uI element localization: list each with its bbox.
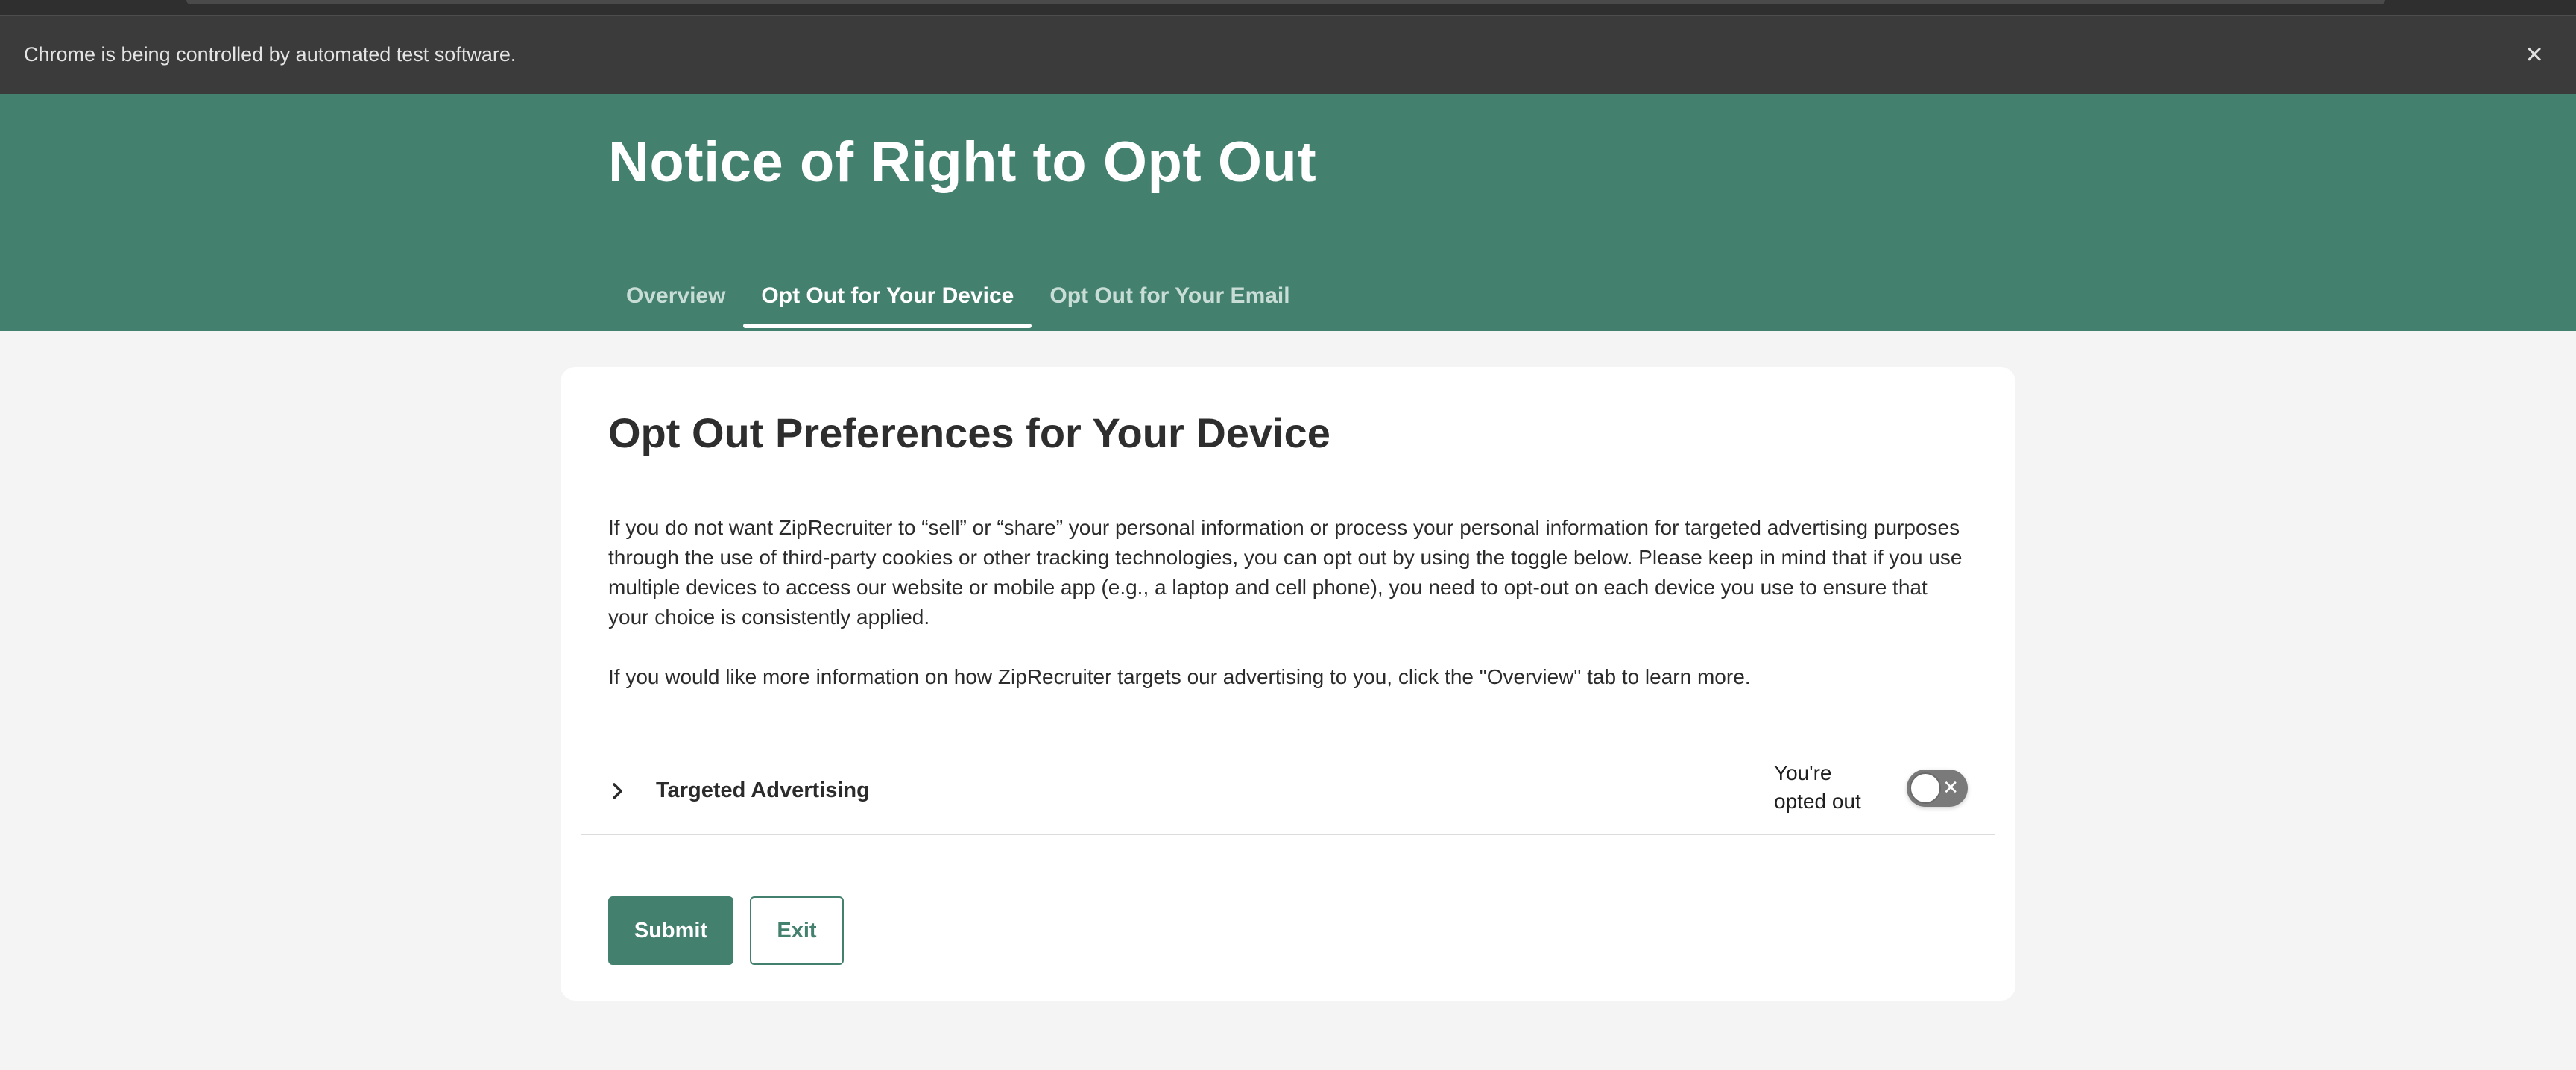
preferences-card: Opt Out Preferences for Your Device If y… bbox=[561, 367, 2015, 1001]
opt-out-status: You're opted out bbox=[1774, 761, 1861, 813]
exit-button[interactable]: Exit bbox=[750, 896, 844, 965]
automation-notice-text: Chrome is being controlled by automated … bbox=[24, 43, 517, 66]
tab-overview[interactable]: Overview bbox=[608, 270, 743, 331]
browser-address-area bbox=[186, 0, 2385, 4]
tab-opt-out-email[interactable]: Opt Out for Your Email bbox=[1032, 270, 1307, 331]
targeted-advertising-row: Targeted Advertising You're opted out ✕ bbox=[581, 747, 1995, 835]
toggle-knob bbox=[1910, 772, 1941, 804]
card-title: Opt Out Preferences for Your Device bbox=[608, 409, 1330, 456]
chevron-right-icon[interactable] bbox=[607, 780, 629, 802]
automation-infobar: Chrome is being controlled by automated … bbox=[0, 15, 2576, 94]
page-title: Notice of Right to Opt Out bbox=[608, 130, 1317, 194]
tab-opt-out-device[interactable]: Opt Out for Your Device bbox=[743, 270, 1032, 331]
submit-button[interactable]: Submit bbox=[608, 896, 733, 965]
intro-paragraph: If you do not want ZipRecruiter to “sell… bbox=[608, 516, 1963, 629]
tab-bar: Overview Opt Out for Your Device Opt Out… bbox=[608, 270, 1308, 331]
close-icon: ✕ bbox=[1942, 776, 1959, 799]
close-icon[interactable]: × bbox=[2519, 38, 2549, 71]
browser-top-strip bbox=[0, 0, 2576, 15]
overview-paragraph: If you would like more information on ho… bbox=[608, 665, 1751, 688]
targeted-advertising-toggle[interactable]: ✕ bbox=[1907, 770, 1968, 807]
accordion-label[interactable]: Targeted Advertising bbox=[656, 778, 870, 803]
page-header: Notice of Right to Opt Out Overview Opt … bbox=[0, 94, 2576, 331]
